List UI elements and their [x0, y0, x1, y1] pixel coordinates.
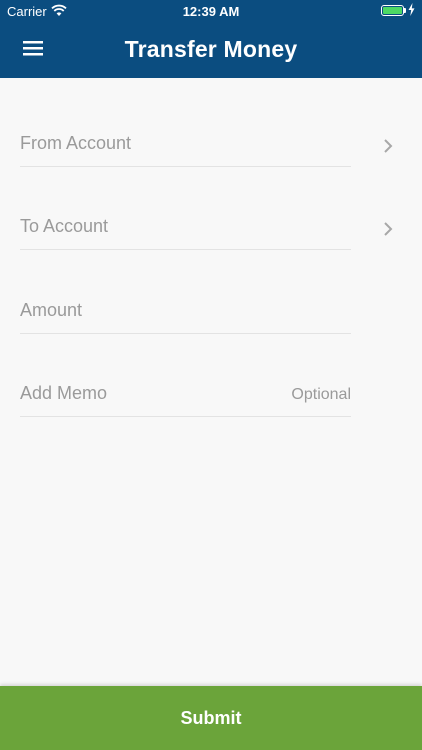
battery-icon: [381, 5, 404, 16]
memo-optional-hint: Optional: [291, 386, 351, 403]
to-account-label: To Account: [20, 216, 109, 236]
from-account-label: From Account: [20, 133, 132, 153]
status-bar: Carrier 12:39 AM: [0, 0, 422, 22]
memo-label: Add Memo: [20, 383, 108, 403]
page-title: Transfer Money: [124, 36, 298, 62]
app-header: Carrier 12:39 AM Transfer Money: [0, 0, 422, 78]
chevron-right-icon[interactable]: [383, 221, 393, 237]
submit-button[interactable]: Submit: [0, 686, 422, 750]
clock: 12:39 AM: [182, 4, 240, 19]
charging-bolt-icon: [408, 3, 415, 19]
memo-field[interactable]: Add Memo Optional: [20, 333, 351, 417]
chevron-right-icon[interactable]: [383, 138, 393, 154]
amount-label: Amount: [20, 300, 83, 320]
battery-tip: [404, 8, 406, 13]
amount-field[interactable]: Amount: [20, 250, 351, 334]
from-account-field[interactable]: From Account: [20, 83, 351, 167]
to-account-field[interactable]: To Account: [20, 166, 351, 250]
